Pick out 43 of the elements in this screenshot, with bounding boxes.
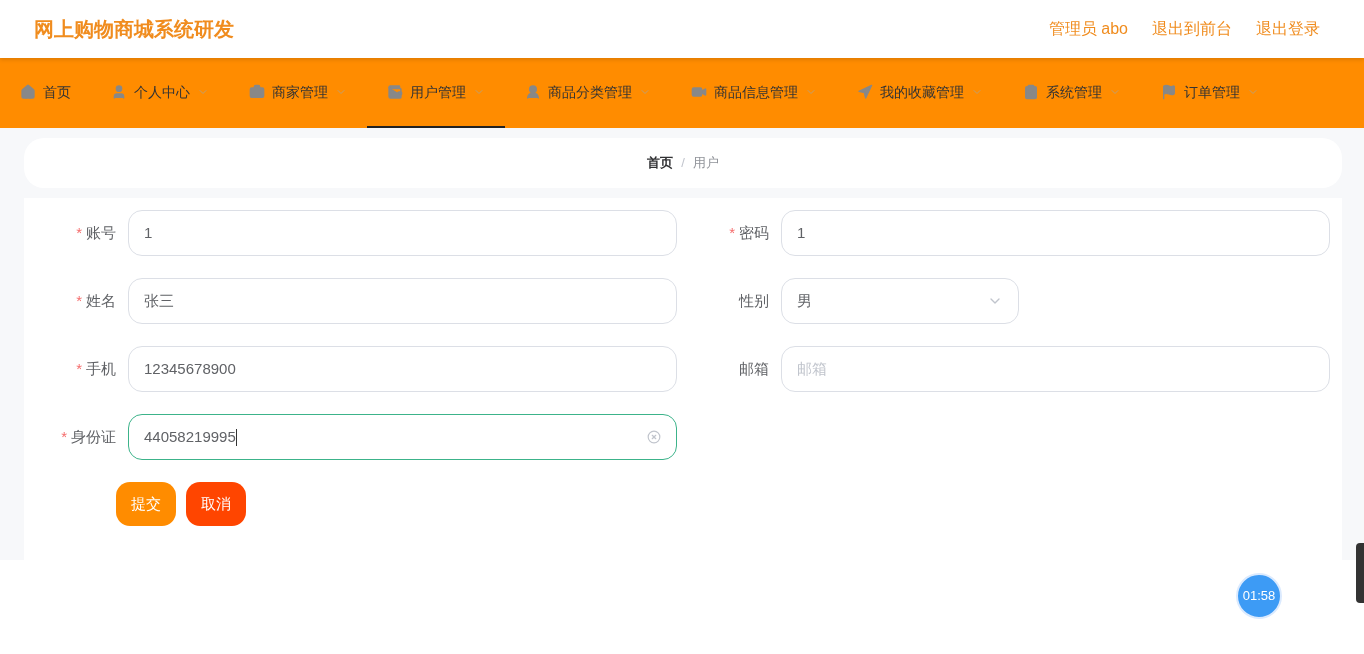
required-mark: * xyxy=(61,426,67,447)
required-mark: * xyxy=(76,290,82,311)
field-label: 姓名 xyxy=(86,290,116,311)
required-mark: * xyxy=(729,222,735,243)
field-label: 性别 xyxy=(739,290,769,311)
breadcrumb-link[interactable]: 首页 xyxy=(647,153,674,173)
clear-icon[interactable] xyxy=(647,430,661,444)
timer-badge[interactable]: 01:58 xyxy=(1236,573,1282,619)
clipboard-icon xyxy=(1023,84,1039,100)
field-label: 密码 xyxy=(739,222,769,243)
camera-icon xyxy=(691,84,707,100)
required-mark: * xyxy=(76,222,82,243)
breadcrumb-link[interactable]: 用户 xyxy=(692,153,719,173)
nav-tab[interactable]: 首页 xyxy=(0,58,91,128)
nav-tab[interactable]: 商品分类管理 xyxy=(505,58,671,128)
site-title: 网上购物商城系统研发 xyxy=(34,17,234,42)
house-icon xyxy=(20,84,36,100)
wallet-icon xyxy=(387,84,403,100)
input-field[interactable]: 12345678900 xyxy=(128,346,677,392)
person-icon xyxy=(111,84,127,100)
field-label: 手机 xyxy=(86,358,116,379)
input-field[interactable]: 1 xyxy=(781,210,1330,256)
nav-tab[interactable]: 商家管理 xyxy=(229,58,367,128)
nav-tab[interactable]: 商品信息管理 xyxy=(671,58,837,128)
breadcrumb-separator: / xyxy=(681,154,685,173)
briefcase-icon xyxy=(249,84,265,100)
nav-tab[interactable]: 系统管理 xyxy=(1003,58,1141,128)
gender-select[interactable]: 男 xyxy=(781,278,1019,324)
nav-tab[interactable]: 我的收藏管理 xyxy=(837,58,1003,128)
input-field[interactable]: 张三 xyxy=(128,278,677,324)
nav-tab[interactable]: 个人中心 xyxy=(91,58,229,128)
required-mark: * xyxy=(76,358,82,379)
flag-icon xyxy=(1161,84,1177,100)
input-field[interactable]: 1 xyxy=(128,210,677,256)
input-field[interactable]: 44058219995 xyxy=(128,414,677,460)
field-label: 邮箱 xyxy=(739,358,769,379)
side-widget xyxy=(1356,543,1364,603)
person-icon xyxy=(525,84,541,100)
field-label: 身份证 xyxy=(71,426,116,447)
nav-tab[interactable]: 订单管理 xyxy=(1141,58,1279,128)
field-label: 账号 xyxy=(86,222,116,243)
cancel-button[interactable]: 取消 xyxy=(186,482,246,526)
arrow-icon xyxy=(857,84,873,100)
